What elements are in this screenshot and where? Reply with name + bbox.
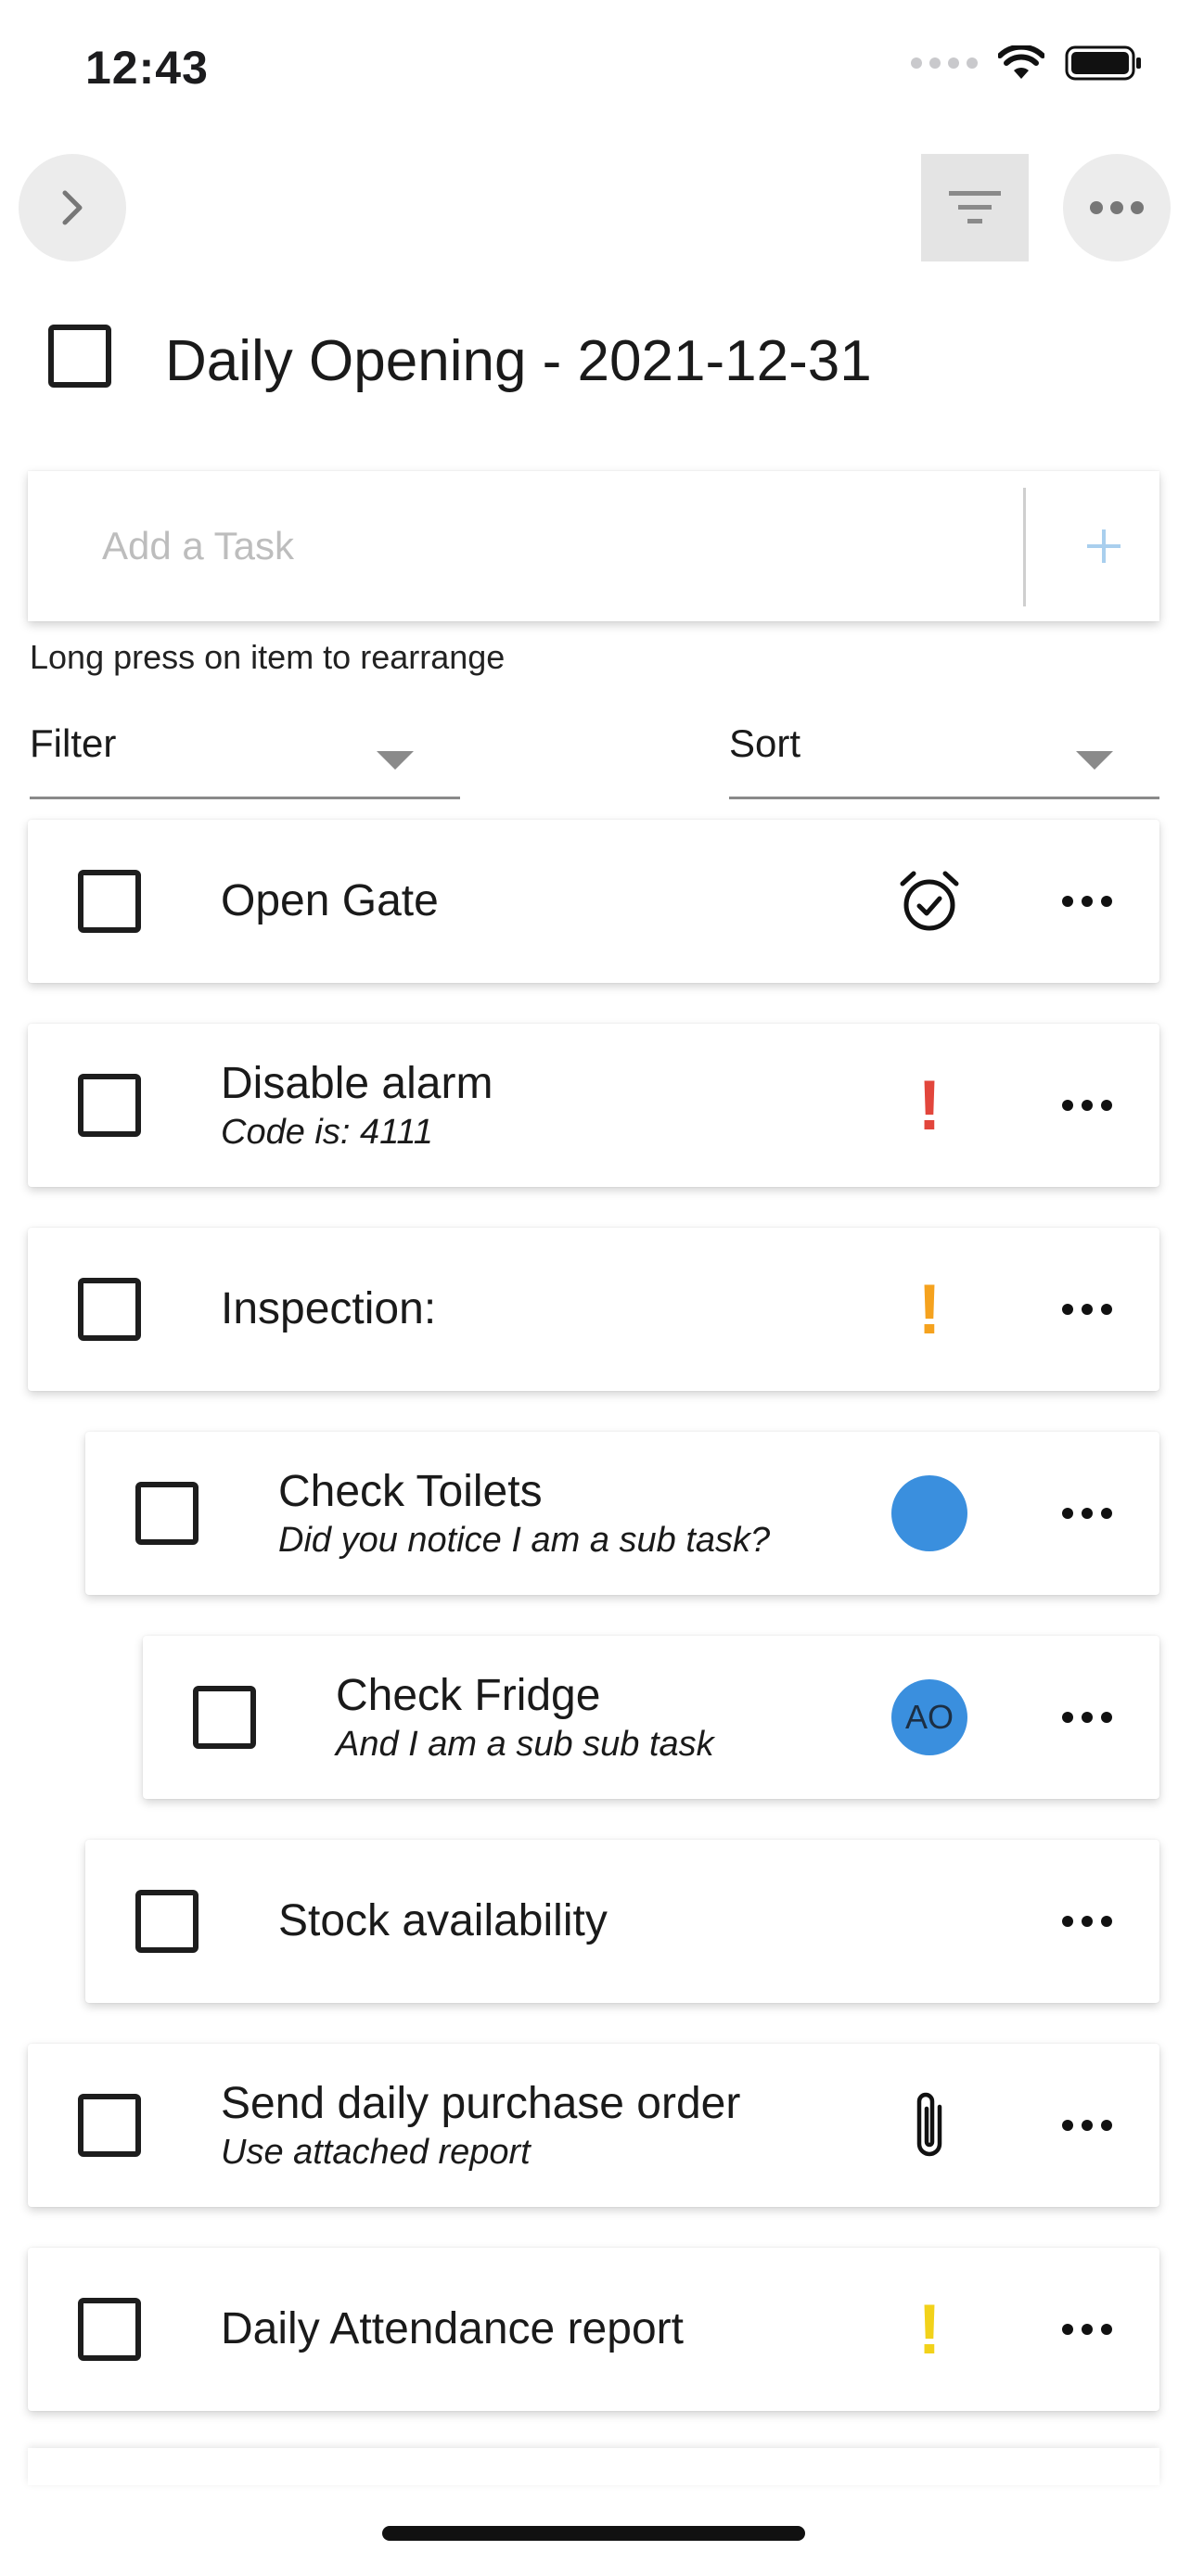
task-title: Open Gate <box>221 876 439 925</box>
task-checkbox[interactable] <box>78 870 141 933</box>
task-more-button[interactable] <box>1041 1024 1133 1187</box>
add-task-button[interactable] <box>1048 471 1159 621</box>
task-text: Check Fridge And I am a sub sub task <box>336 1636 714 1799</box>
task-row[interactable]: Inspection: ! <box>28 1228 1159 1391</box>
task-text: Disable alarm Code is: 4111 <box>221 1024 493 1187</box>
priority-high-icon: ! <box>883 1024 976 1187</box>
task-checkbox[interactable] <box>78 1074 141 1137</box>
task-attachment[interactable] <box>883 2044 976 2207</box>
task-more-button[interactable] <box>1041 1840 1133 2003</box>
more-horizontal-icon <box>1062 2324 1112 2335</box>
task-text: Daily Attendance report <box>221 2248 684 2411</box>
priority-low-icon: ! <box>883 2248 976 2411</box>
sort-dropdown[interactable]: Sort <box>729 714 1159 799</box>
add-task-divider <box>1023 488 1026 606</box>
task-checkbox[interactable] <box>135 1890 198 1953</box>
task-text: Inspection: <box>221 1228 436 1391</box>
task-more-button[interactable] <box>1041 1636 1133 1799</box>
task-checkbox[interactable] <box>78 2298 141 2361</box>
more-horizontal-icon <box>1062 1916 1112 1927</box>
paperclip-icon <box>916 2092 942 2157</box>
task-checkbox[interactable] <box>78 1278 141 1341</box>
assignee[interactable] <box>883 1432 976 1595</box>
subtask-row[interactable]: Check Toilets Did you notice I am a sub … <box>85 1432 1159 1595</box>
add-task-input[interactable] <box>102 471 937 621</box>
task-row[interactable]: Send daily purchase order Use attached r… <box>28 2044 1159 2207</box>
status-time: 12:43 <box>85 42 209 94</box>
task-more-button[interactable] <box>1041 2248 1133 2411</box>
task-note: Use attached report <box>221 2133 531 2172</box>
assignee[interactable]: AO <box>883 1636 976 1799</box>
task-note: Code is: 4111 <box>221 1113 433 1152</box>
list-header <box>48 325 111 388</box>
expand-sidebar-button[interactable] <box>19 154 126 261</box>
more-horizontal-icon <box>1062 2120 1112 2131</box>
task-text: Stock availability <box>278 1840 608 2003</box>
task-text: Open Gate <box>221 820 439 983</box>
task-more-button[interactable] <box>1041 2044 1133 2207</box>
more-horizontal-icon <box>1062 896 1112 907</box>
task-more-button[interactable] <box>1041 1228 1133 1391</box>
task-more-button[interactable] <box>1041 1432 1133 1595</box>
status-icons <box>911 45 1143 82</box>
chevron-down-icon <box>377 751 414 770</box>
filter-dropdown[interactable]: Filter <box>30 714 460 799</box>
task-title: Daily Attendance report <box>221 2304 684 2353</box>
more-horizontal-icon <box>1062 1100 1112 1111</box>
more-horizontal-icon <box>1090 201 1144 214</box>
cellular-signal-icon <box>911 57 978 69</box>
task-text: Send daily purchase order Use attached r… <box>221 2044 740 2207</box>
filter-icon <box>949 191 1001 223</box>
more-options-button[interactable] <box>1063 154 1171 261</box>
avatar <box>891 1475 967 1551</box>
add-task-bar <box>28 471 1159 621</box>
task-title: Inspection: <box>221 1284 437 1333</box>
task-reminder[interactable] <box>883 820 976 983</box>
task-title: Check Toilets <box>278 1467 543 1516</box>
list-complete-checkbox[interactable] <box>48 325 111 388</box>
subtask-row[interactable]: Check Fridge And I am a sub sub task AO <box>143 1636 1159 1799</box>
wifi-icon <box>998 45 1044 79</box>
more-horizontal-icon <box>1062 1712 1112 1723</box>
task-more-button[interactable] <box>1041 820 1133 983</box>
task-note: And I am a sub sub task <box>336 1725 714 1764</box>
task-title: Stock availability <box>278 1896 608 1945</box>
filter-dropdown-label: Filter <box>30 721 117 765</box>
status-bar: 12:43 <box>0 0 1191 139</box>
home-indicator[interactable] <box>382 2526 805 2541</box>
chevron-down-icon <box>1076 751 1113 770</box>
task-title: Check Fridge <box>336 1671 601 1720</box>
alarm-clock-icon <box>900 871 959 931</box>
task-checkbox[interactable] <box>78 2094 141 2157</box>
avatar: AO <box>891 1679 967 1755</box>
task-row[interactable]: Daily Attendance report ! <box>28 2248 1159 2411</box>
task-checkbox[interactable] <box>193 1686 256 1749</box>
rearrange-hint: Long press on item to rearrange <box>30 638 506 676</box>
task-row-partial <box>28 2448 1159 2485</box>
priority-medium-icon: ! <box>883 1228 976 1391</box>
sort-dropdown-label: Sort <box>729 721 801 765</box>
task-note: Did you notice I am a sub task? <box>278 1521 771 1560</box>
task-checkbox[interactable] <box>135 1482 198 1545</box>
more-horizontal-icon <box>1062 1304 1112 1315</box>
battery-icon <box>1065 45 1141 81</box>
list-title: Daily Opening - 2021-12-31 <box>165 329 872 393</box>
priority-mark: ! <box>917 1269 941 1349</box>
task-title: Disable alarm <box>221 1059 493 1108</box>
priority-mark: ! <box>917 1065 941 1145</box>
task-text: Check Toilets Did you notice I am a sub … <box>278 1432 770 1595</box>
subtask-row[interactable]: Stock availability <box>85 1840 1159 2003</box>
task-row[interactable]: Disable alarm Code is: 4111 ! <box>28 1024 1159 1187</box>
task-row[interactable]: Open Gate <box>28 820 1159 983</box>
more-horizontal-icon <box>1062 1508 1112 1519</box>
priority-mark: ! <box>917 2289 941 2369</box>
plus-icon <box>1087 529 1121 563</box>
chevron-right-icon <box>62 190 83 225</box>
task-title: Send daily purchase order <box>221 2079 741 2128</box>
filter-button[interactable] <box>921 154 1029 261</box>
